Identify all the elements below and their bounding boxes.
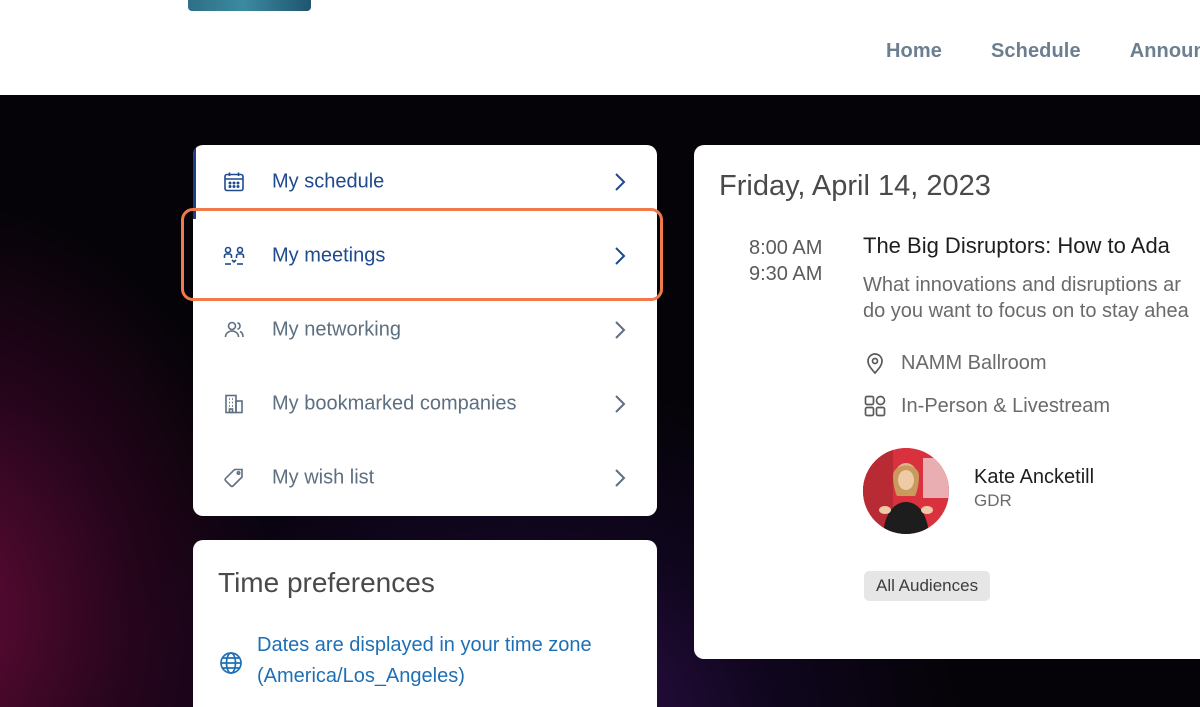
chevron-right-icon [612,319,628,341]
people-icon [223,319,245,341]
session-title-link[interactable]: The Big Disruptors: How to Ada [863,233,1170,259]
chevron-right-icon [612,171,628,193]
site-header: Home Schedule Announ [0,0,1200,95]
nav-home-link[interactable]: Home [886,40,942,63]
menu-item-my-bookmarked-companies[interactable]: My bookmarked companies [193,367,657,441]
calendar-icon [223,171,245,193]
time-preferences-card: Time preferences Dates are displayed in … [193,540,657,707]
timezone-text-line1: Dates are displayed in your time zone [257,634,592,656]
timezone-link[interactable]: Dates are displayed in your time zone (A… [257,630,637,692]
grid-icon [863,394,887,418]
meetings-icon [223,245,245,267]
tag-icon [223,467,245,489]
session-start-time: 8:00 AM [749,237,823,259]
time-preferences-title: Time preferences [218,567,435,598]
menu-item-label: My bookmarked companies [272,392,517,415]
session-date-heading: Friday, April 14, 2023 [719,170,991,202]
main-nav: Home Schedule Announ [886,40,1200,63]
speaker-avatar[interactable] [863,448,949,534]
menu-item-my-networking[interactable]: My networking [193,293,657,367]
session-description-line1: What innovations and disruptions ar [863,274,1181,296]
map-pin-icon [863,351,887,375]
site-logo[interactable] [188,0,311,11]
chevron-right-icon [612,467,628,489]
speaker-name-link[interactable]: Kate Ancketill [974,466,1094,489]
session-time-range: 8:00 AM 9:30 AM [749,235,822,287]
menu-item-label: My schedule [272,170,385,193]
session-end-time: 9:30 AM [749,263,823,285]
audience-badge: All Audiences [864,571,991,601]
session-location-text: NAMM Ballroom [901,351,1047,374]
globe-icon [219,651,243,675]
session-format-text: In-Person & Livestream [901,394,1110,417]
session-card: Friday, April 14, 2023 8:00 AM 9:30 AM T… [694,145,1200,659]
building-icon [223,393,245,415]
menu-item-label: My networking [272,318,401,341]
nav-announcements-link[interactable]: Announ [1130,40,1200,63]
menu-item-my-meetings[interactable]: My meetings [193,219,657,293]
session-format: In-Person & Livestream [863,394,1110,418]
nav-schedule-link[interactable]: Schedule [991,40,1081,63]
chevron-right-icon [612,393,628,415]
menu-item-my-schedule[interactable]: My schedule [193,145,657,219]
timezone-text-line2: (America/Los_Angeles) [257,665,465,687]
chevron-right-icon [612,245,628,267]
session-description-line2: do you want to focus on to stay ahea [863,300,1189,322]
speaker-organization: GDR [974,491,1012,510]
menu-item-my-wish-list[interactable]: My wish list [193,441,657,515]
menu-item-label: My meetings [272,244,386,267]
session-location: NAMM Ballroom [863,351,1047,375]
menu-item-label: My wish list [272,466,375,489]
my-menu-card: My schedule My meetings My networking My… [193,145,657,516]
session-description: What innovations and disruptions ar do y… [863,272,1200,324]
